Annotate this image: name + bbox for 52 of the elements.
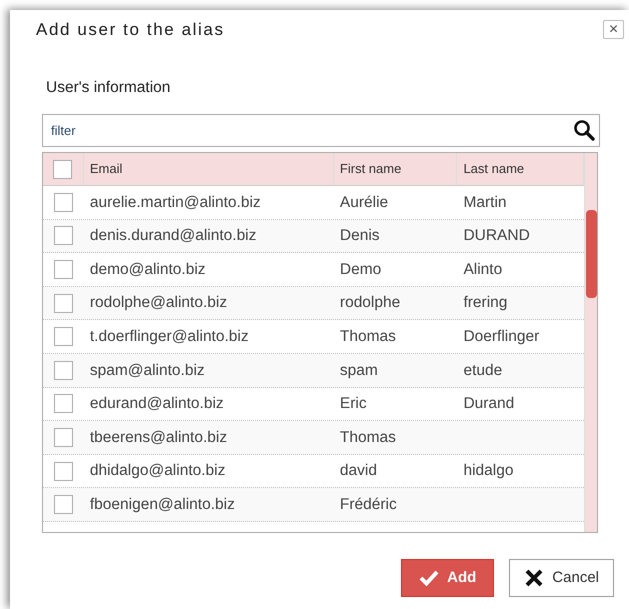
row-checkbox[interactable] [54,327,73,346]
table-cell-text: denis.durand@alinto.biz [90,226,256,246]
table-cell-text: Durand [463,394,514,414]
search-icon[interactable] [573,119,595,141]
cancel-button[interactable]: Cancel [509,559,614,597]
table-cell-text: etude [463,360,502,381]
table-cell-text: spam@alinto.biz [90,360,205,381]
table-cell-text: aurelie.martin@alinto.biz [90,192,261,213]
table-cell-text: t.doerflinger@alinto.biz [90,327,249,348]
table-cell-text: david [340,461,377,482]
table-cell-text: hidalgo [463,461,514,482]
table-cell-text: dhidalgo@alinto.biz [90,461,226,482]
row-checkbox[interactable] [54,462,73,481]
table-cell-text: Doerflinger [463,327,540,348]
close-button[interactable]: × [603,20,624,39]
scrollbar-thumb[interactable] [586,210,597,298]
table-cell-text: rodolphe@alinto.biz [90,293,228,314]
section-title: User's information [46,78,172,98]
dialog-title: Add user to the alias [36,19,225,41]
table-cell-text: Frédéric [340,495,397,516]
row-checkbox[interactable] [54,294,73,313]
row-checkbox[interactable] [54,192,73,212]
row-checkbox[interactable] [54,495,73,514]
checkmark-icon [419,568,440,588]
row-checkbox[interactable] [54,394,73,414]
table-cell-text: spam [340,360,378,381]
table-cell-text: Alinto [463,260,502,280]
table-cell-text: rodolphe [340,293,400,314]
table-cell-text: fboenigen@alinto.biz [90,495,235,516]
table-cell-text: Thomas [340,327,396,348]
column-header[interactable]: First name [340,159,402,179]
table-cell-text: Denis [340,226,380,246]
select-all-checkbox[interactable] [53,160,72,178]
close-icon [524,568,544,588]
filter-field[interactable]: filter [42,114,600,147]
table-cell-text: frering [463,293,508,314]
table-cell-text: Aurélie [340,192,388,213]
row-checkbox[interactable] [54,226,73,246]
row-checkbox[interactable] [54,360,73,380]
add-button[interactable]: Add [401,559,494,597]
table-cell-text: tbeerens@alinto.biz [90,428,228,448]
table-cell-text: DURAND [463,226,530,246]
table-cell-text: demo@alinto.biz [90,260,206,280]
table-cell-text: Thomas [340,428,396,448]
table-cell-text: Demo [340,260,382,280]
row-checkbox[interactable] [54,428,73,447]
table-cell-text: edurand@alinto.biz [90,394,224,414]
table-cell-text: Martin [463,192,507,213]
column-header[interactable]: Email [90,159,122,179]
table-cell-text: Eric [340,394,367,414]
column-header[interactable]: Last name [463,159,524,179]
row-checkbox[interactable] [54,260,73,279]
